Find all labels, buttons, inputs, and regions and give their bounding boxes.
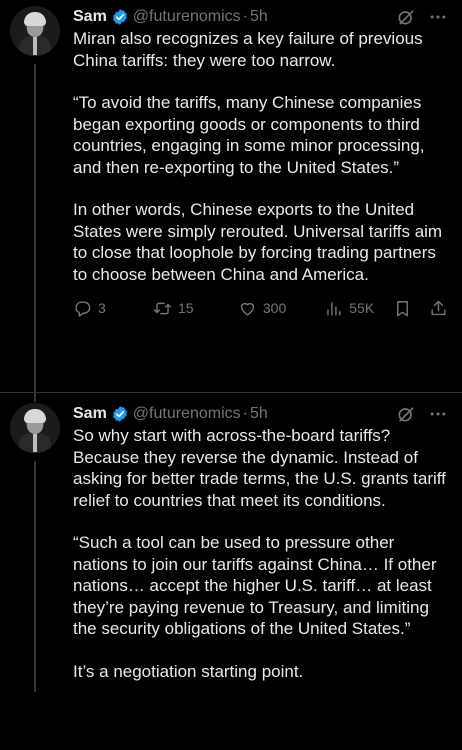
tweet-paragraph: “Such a tool can be used to pressure oth… [73, 533, 437, 638]
tweet-paragraph: “To avoid the tariffs, many Chinese comp… [73, 93, 425, 177]
tweet-header: Sam @futurenomics · 5h [73, 6, 448, 28]
verified-badge-icon[interactable] [111, 8, 129, 26]
timestamp[interactable]: 5h [250, 403, 268, 425]
tweet[interactable]: Sam @futurenomics · 5h Miran also recogn… [0, 0, 462, 402]
thread-line [34, 64, 36, 402]
tweet-paragraph: In other words, Chinese exports to the U… [73, 200, 443, 284]
author-handle[interactable]: @futurenomics [133, 403, 241, 425]
tweet-paragraph: So why start with across-the-board tarif… [73, 426, 446, 510]
tweet-text: So why start with across-the-board tarif… [73, 425, 448, 682]
separator-dot: · [242, 405, 248, 422]
like-count: 300 [262, 300, 287, 316]
tweet-actions: 3 15 300 55K [73, 297, 448, 319]
views-count: 55K [349, 300, 375, 316]
more-icon[interactable] [428, 404, 448, 424]
verified-badge-icon[interactable] [111, 405, 129, 423]
author-name[interactable]: Sam [73, 6, 107, 28]
tweet-content: Sam @futurenomics · 5h Miran also recogn… [70, 6, 448, 392]
reply-icon [75, 300, 91, 317]
more-icon[interactable] [428, 7, 448, 27]
timestamp[interactable]: 5h [250, 6, 268, 28]
share-button[interactable] [429, 299, 448, 318]
author-handle[interactable]: @futurenomics [133, 6, 241, 28]
reply-button[interactable]: 3 [73, 299, 136, 318]
grok-icon[interactable] [396, 404, 416, 424]
timeline-feed: Sam @futurenomics · 5h Miran also recogn… [0, 0, 462, 750]
retweet-button[interactable]: 15 [153, 299, 238, 318]
grok-icon[interactable] [396, 7, 416, 27]
views-icon [327, 301, 341, 316]
like-button[interactable]: 300 [238, 299, 307, 318]
tweet[interactable]: Sam @futurenomics · 5h So why start with… [0, 393, 462, 692]
thread-line [34, 461, 36, 692]
avatar[interactable] [10, 403, 60, 453]
avatar-column [10, 403, 70, 692]
retweet-count: 15 [177, 300, 194, 316]
tweet-content: Sam @futurenomics · 5h So why start with… [70, 403, 448, 682]
share-icon [431, 300, 446, 315]
views-button[interactable]: 55K [324, 299, 390, 318]
retweet-icon [153, 302, 172, 314]
heart-icon [240, 302, 255, 316]
tweet-text: Miran also recognizes a key failure of p… [73, 28, 448, 285]
avatar-column [10, 6, 70, 402]
bookmark-button[interactable] [393, 299, 412, 318]
author-name[interactable]: Sam [73, 403, 107, 425]
separator-dot: · [242, 8, 248, 25]
avatar[interactable] [10, 6, 60, 56]
bookmark-icon [397, 300, 408, 316]
tweet-paragraph: It’s a negotiation starting point. [73, 661, 304, 681]
tweet-header: Sam @futurenomics · 5h [73, 403, 448, 425]
tweet-paragraph: Miran also recognizes a key failure of p… [73, 29, 423, 70]
reply-count: 3 [98, 300, 106, 316]
